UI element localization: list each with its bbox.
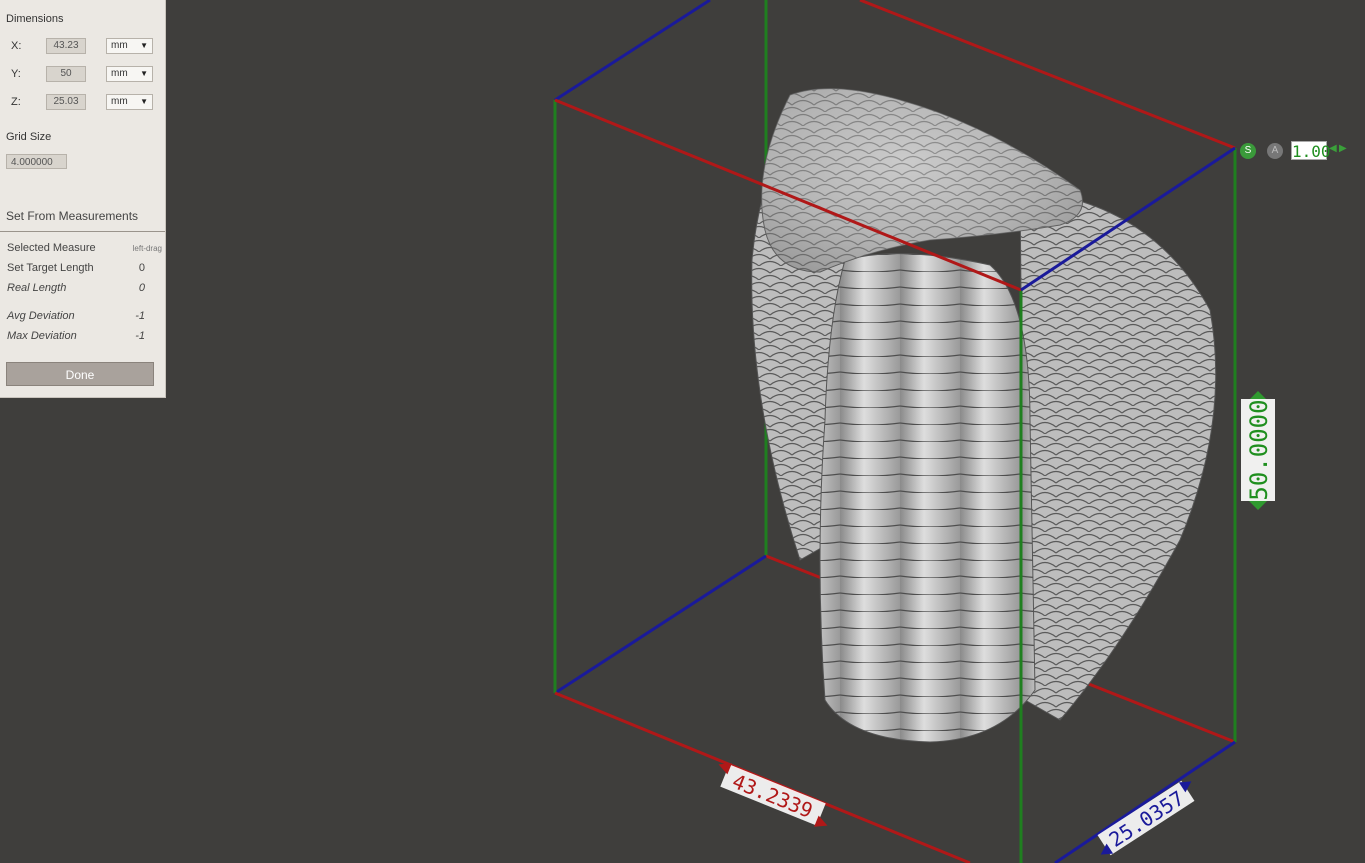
avg-deviation-label: Avg Deviation: [7, 310, 75, 322]
dimension-x-row: X: 43.23 mm ▼: [0, 38, 165, 56]
selected-measure-label: Selected Measure: [7, 242, 96, 254]
dropdown-arrow-icon: ▼: [140, 69, 148, 78]
real-length-label: Real Length: [7, 282, 67, 294]
set-from-measurements-title: Set From Measurements: [6, 209, 139, 223]
x-unit-value: mm: [111, 40, 128, 51]
width-value: 43.2339: [729, 769, 816, 823]
z-label: Z:: [11, 96, 21, 108]
divider: [0, 231, 165, 232]
dropdown-arrow-icon: ▼: [140, 97, 148, 106]
target-length-label: Set Target Length: [7, 262, 94, 274]
selected-measure-row: Selected Measure left-drag: [0, 242, 165, 258]
y-unit-select[interactable]: mm ▼: [106, 66, 153, 82]
x-input[interactable]: 43.23: [46, 38, 86, 54]
selected-measure-value: left-drag: [132, 244, 162, 253]
dimension-y-row: Y: 50 mm ▼: [0, 66, 165, 84]
done-button[interactable]: Done: [6, 362, 154, 386]
x-unit-select[interactable]: mm ▼: [106, 38, 153, 54]
max-deviation-value: -1: [135, 330, 145, 342]
cobra-model[interactable]: [751, 88, 1217, 743]
arrow-left-icon[interactable]: ◀: [1329, 143, 1337, 154]
real-length-value: 0: [138, 282, 145, 294]
grid-size-input[interactable]: 4.000000: [6, 154, 67, 169]
depth-dimension-label[interactable]: 25.0357: [1091, 776, 1202, 860]
real-length-row: Real Length 0: [0, 282, 165, 298]
y-unit-value: mm: [111, 68, 128, 79]
axis-scale-button[interactable]: A: [1267, 143, 1283, 159]
dimensions-title: Dimensions: [6, 13, 64, 25]
scale-factor-field[interactable]: 1.00: [1291, 141, 1331, 161]
dropdown-arrow-icon: ▼: [140, 41, 148, 50]
dimension-z-row: Z: 25.03 mm ▼: [0, 94, 165, 112]
target-length-row: Set Target Length 0: [0, 262, 165, 278]
target-length-value[interactable]: 0: [139, 262, 145, 274]
z-unit-select[interactable]: mm ▼: [106, 94, 153, 110]
scale-control: S A 1.00 ◀ ▶: [1240, 141, 1350, 161]
depth-value: 25.0357: [1105, 786, 1189, 852]
transform-panel: Dimensions X: 43.23 mm ▼ Y: 50 mm ▼ Z: 25.…: [0, 0, 166, 398]
z-input[interactable]: 25.03: [46, 94, 86, 110]
width-dimension-label[interactable]: 43.2339: [710, 759, 835, 831]
max-deviation-label: Max Deviation: [7, 330, 77, 342]
height-dimension-label[interactable]: 50.0000: [1241, 391, 1275, 510]
y-label: Y:: [11, 68, 21, 80]
grid-size-title: Grid Size: [6, 131, 52, 143]
arrow-right-icon[interactable]: ▶: [1339, 143, 1347, 154]
height-value: 50.0000: [1245, 399, 1273, 500]
avg-deviation-row: Avg Deviation -1: [0, 310, 165, 326]
uniform-scale-button[interactable]: S: [1240, 143, 1256, 159]
max-deviation-row: Max Deviation -1: [0, 330, 165, 346]
3d-viewport[interactable]: 50.0000 43.2339 25.0357: [0, 0, 1365, 863]
z-unit-value: mm: [111, 96, 128, 107]
avg-deviation-value: -1: [135, 310, 145, 322]
y-input[interactable]: 50: [46, 66, 86, 82]
x-label: X:: [11, 40, 22, 52]
